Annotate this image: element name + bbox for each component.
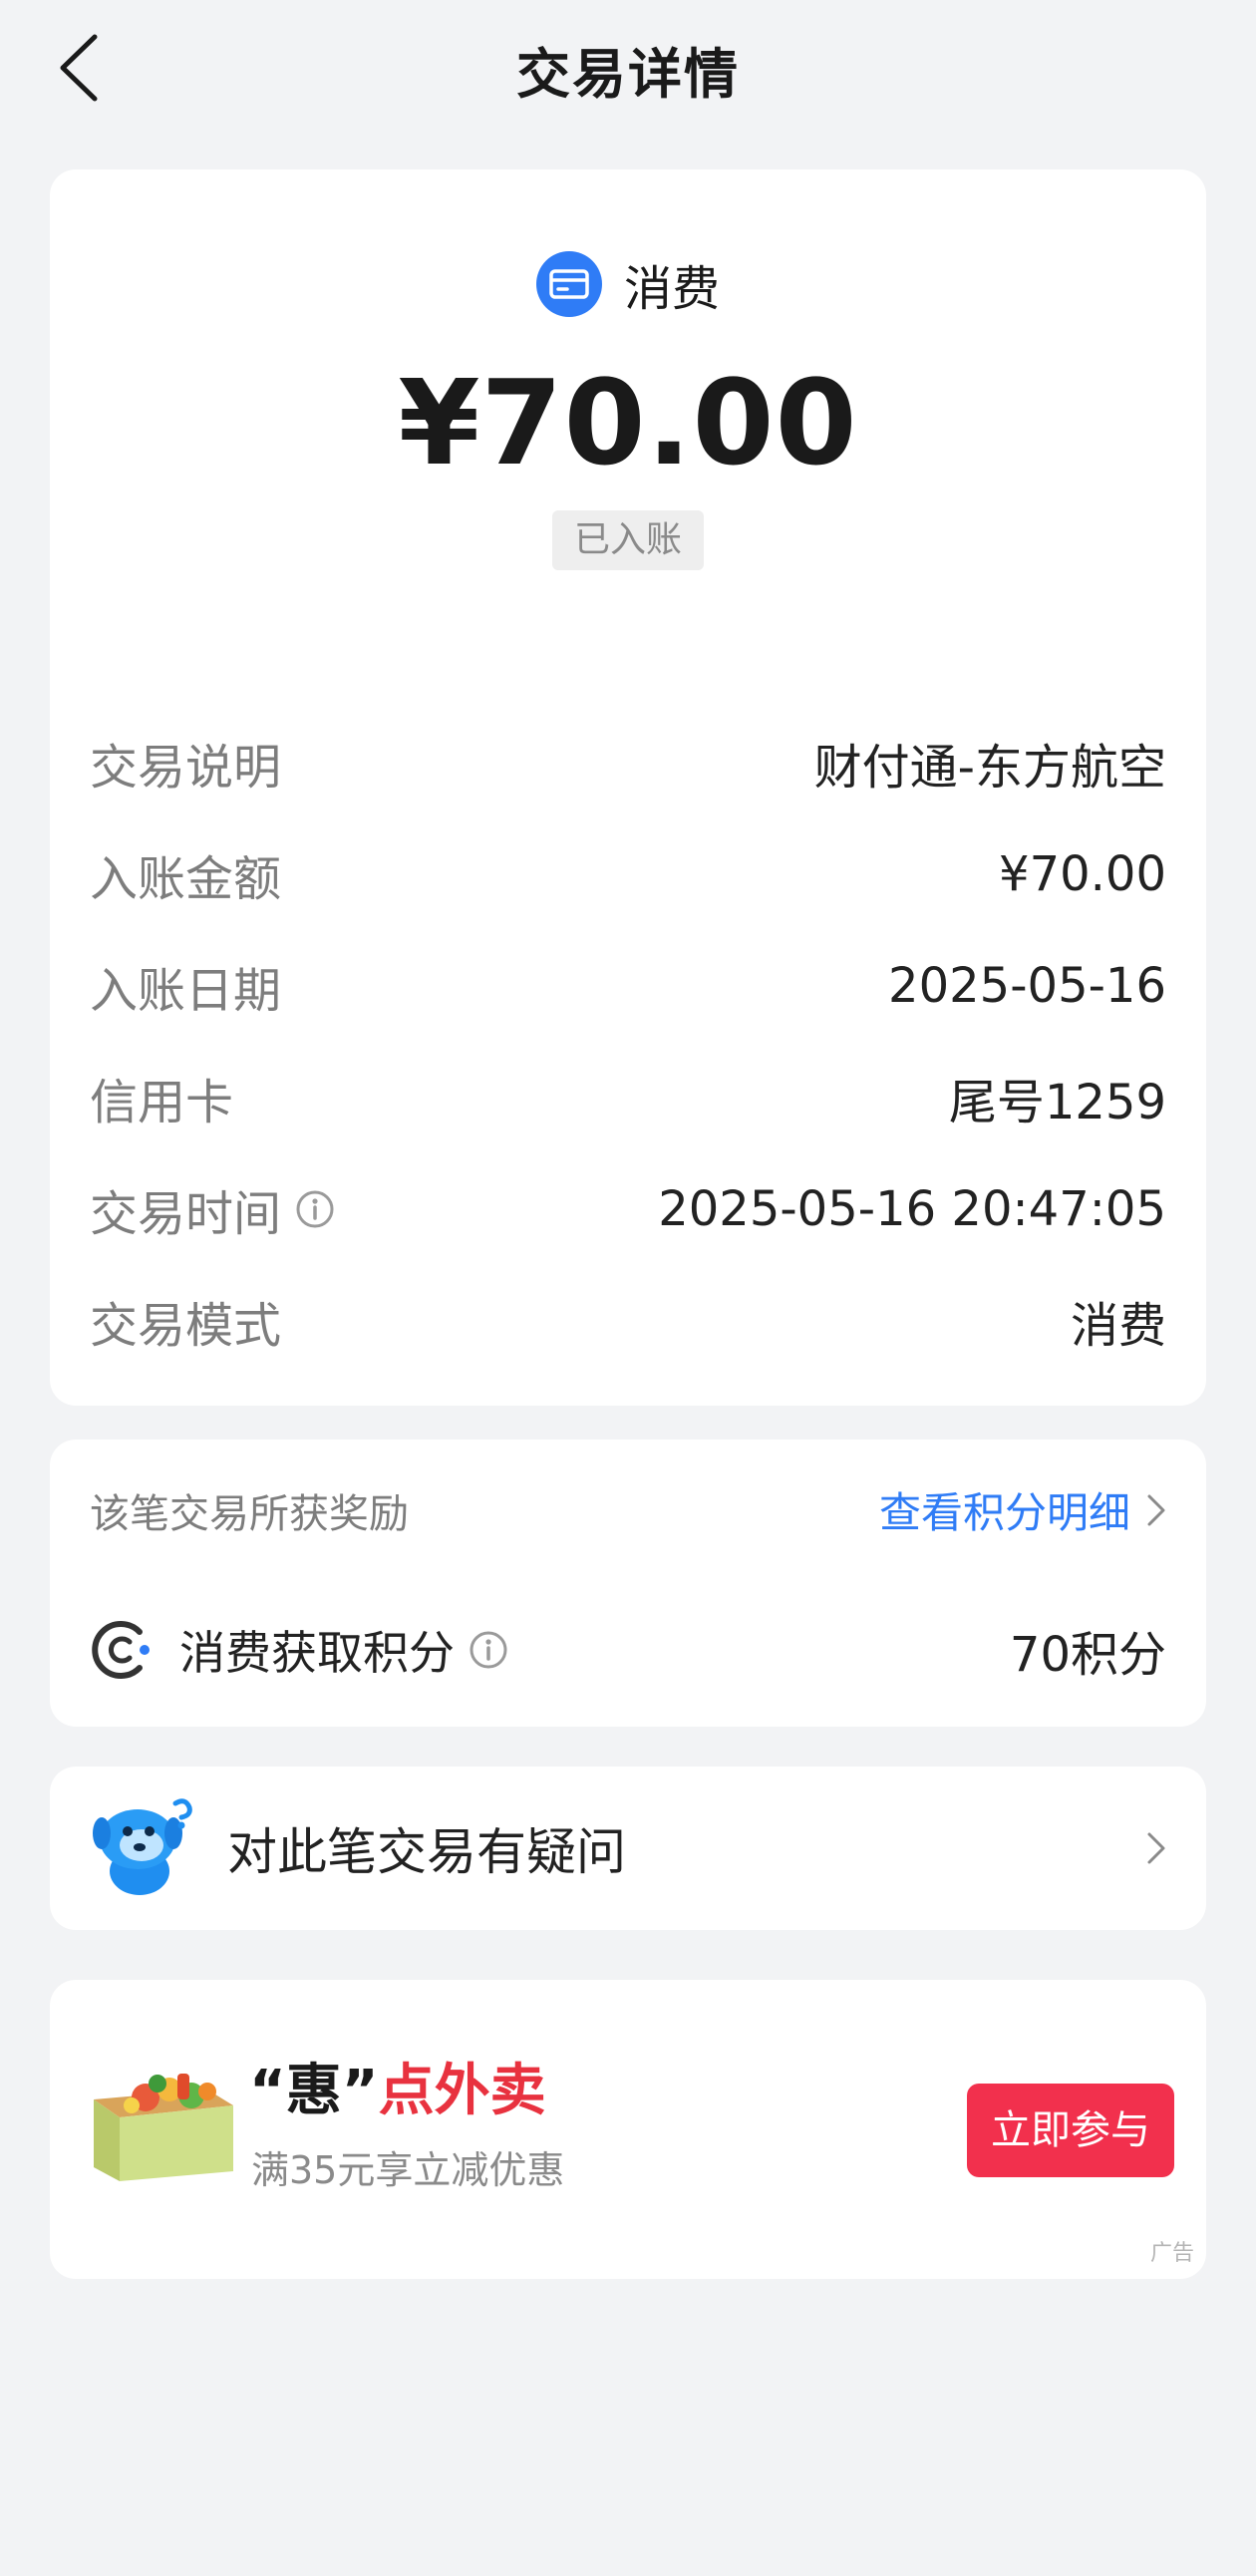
- view-points-detail-link[interactable]: 查看积分明细: [879, 1479, 1166, 1540]
- page-title: 交易详情: [516, 43, 740, 106]
- ad-subtitle: 满35元享立减优惠: [251, 2148, 565, 2192]
- reward-link-label: 查看积分明细: [878, 1488, 1130, 1537]
- question-label: 对此笔交易有疑问: [227, 1823, 626, 1881]
- transaction-detail-page: 交易详情 消费 ¥70.00 已入账 交易说明 财付通-东方航空 入账金额 ¥7…: [0, 0, 1256, 2576]
- detail-row-credit-card: 信用卡 尾号1259: [90, 1063, 1166, 1132]
- detail-row-transaction-mode: 交易模式 消费: [90, 1286, 1166, 1356]
- ad-title-highlight: 点外卖: [378, 2059, 546, 2123]
- reward-points-row: 消费获取积分 70积分: [90, 1615, 1166, 1685]
- detail-value: 2025-05-16: [888, 958, 1166, 1014]
- reward-label: 消费获取积分: [179, 1626, 455, 1680]
- reward-points-value: 70积分: [1009, 1627, 1166, 1683]
- points-icon: [92, 1621, 150, 1679]
- detail-value: 财付通-东方航空: [813, 740, 1166, 796]
- detail-value: ¥70.00: [999, 846, 1166, 902]
- detail-label: 交易模式: [90, 1298, 282, 1354]
- reward-points-label-group: 消费获取积分: [90, 1617, 508, 1683]
- detail-label-with-info: 交易时间: [90, 1174, 335, 1244]
- detail-row-posted-amount: 入账金额 ¥70.00: [90, 839, 1166, 909]
- detail-label: 交易说明: [90, 740, 282, 796]
- detail-value: 尾号1259: [948, 1075, 1166, 1130]
- status-badge: 已入账: [551, 510, 705, 570]
- detail-label: 交易时间: [90, 1186, 282, 1242]
- chevron-right-icon: [1147, 1832, 1165, 1864]
- detail-value: 消费: [1070, 1298, 1166, 1354]
- reward-label-with-info: 消费获取积分: [179, 1617, 508, 1683]
- detail-label: 入账日期: [90, 963, 282, 1019]
- ad-tag: 广告: [1149, 2241, 1194, 2266]
- transaction-amount: ¥70.00: [398, 354, 858, 491]
- info-icon[interactable]: [295, 1189, 335, 1229]
- ad-title: “惠”点外卖: [249, 2046, 546, 2126]
- transaction-type-label: 消费: [623, 261, 720, 317]
- join-now-button[interactable]: 立即参与: [967, 2084, 1174, 2177]
- header: 交易详情: [0, 0, 1256, 140]
- transaction-type: 消费: [50, 249, 1206, 319]
- detail-label: 入账金额: [90, 851, 282, 907]
- mascot-icon: [93, 1798, 192, 1895]
- card-icon: [535, 251, 602, 317]
- ad-banner[interactable]: “惠”点外卖 满35元享立减优惠 立即参与 广告: [50, 1980, 1206, 2279]
- detail-row-description: 交易说明 财付通-东方航空: [90, 728, 1166, 798]
- chevron-right-icon: [1147, 1494, 1165, 1525]
- detail-label: 信用卡: [90, 1075, 234, 1130]
- transaction-question-entry[interactable]: 对此笔交易有疑问: [50, 1767, 1206, 1930]
- reward-title: 该笔交易所获奖励: [90, 1490, 409, 1537]
- food-delivery-box-icon: [94, 2074, 233, 2181]
- detail-row-posted-date: 入账日期 2025-05-16: [90, 951, 1166, 1021]
- info-icon[interactable]: [469, 1630, 508, 1670]
- ad-title-quote: “惠”: [249, 2059, 379, 2123]
- reward-header: 该笔交易所获奖励 查看积分明细: [90, 1479, 1166, 1540]
- transaction-summary-card: 消费 ¥70.00 已入账 交易说明 财付通-东方航空 入账金额 ¥70.00 …: [50, 169, 1206, 1406]
- detail-row-transaction-time: 交易时间 2025-05-16 20:47:05: [90, 1174, 1166, 1244]
- reward-card: 该笔交易所获奖励 查看积分明细 消费获取积分 70积分: [50, 1440, 1206, 1727]
- detail-value: 2025-05-16 20:47:05: [658, 1181, 1166, 1237]
